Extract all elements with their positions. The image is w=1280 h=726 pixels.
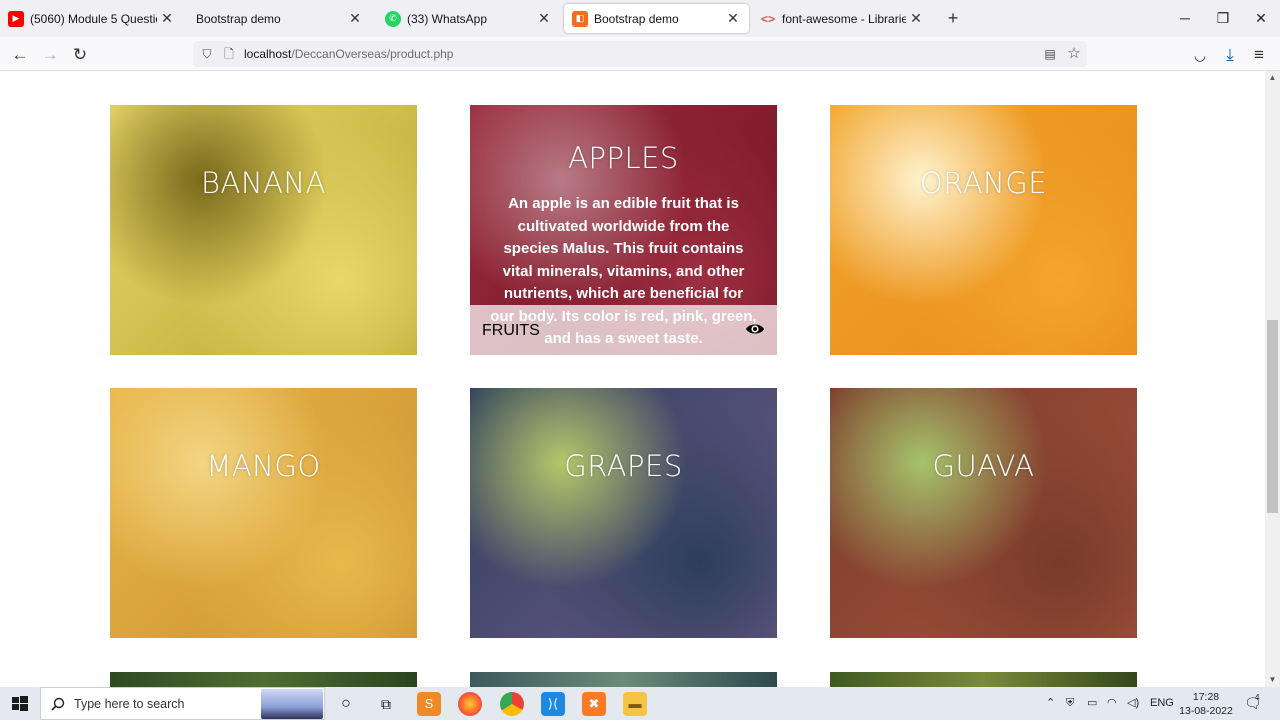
task-view-icon[interactable]: ⧉ bbox=[374, 692, 398, 716]
product-image-mango bbox=[110, 388, 417, 638]
category-label: FRUITS bbox=[482, 322, 540, 339]
close-icon[interactable]: ✕ bbox=[906, 10, 926, 27]
system-clock[interactable]: 17:28 13-08-2022 bbox=[1176, 690, 1236, 718]
youtube-icon: ▶ bbox=[8, 10, 24, 27]
product-image-orange bbox=[830, 105, 1137, 355]
scrollbar-thumb[interactable] bbox=[1267, 320, 1278, 513]
reload-icon[interactable]: ↻ bbox=[69, 44, 91, 66]
restore-icon[interactable]: ❐ bbox=[1204, 0, 1242, 37]
product-image-grapes bbox=[470, 388, 777, 638]
page-icon[interactable]: 🗋 bbox=[221, 46, 237, 62]
product-card-partial[interactable] bbox=[110, 672, 417, 687]
scroll-down-icon[interactable]: ▼ bbox=[1265, 673, 1280, 687]
url-text[interactable]: localhost/DeccanOverseas/product.php bbox=[244, 47, 453, 61]
whatsapp-icon: ✆ bbox=[385, 10, 401, 27]
product-title: BANANA bbox=[201, 166, 326, 200]
cdnjs-icon: <> bbox=[760, 11, 775, 26]
chrome-icon[interactable] bbox=[500, 692, 524, 716]
wifi-icon[interactable]: ◠ bbox=[1107, 687, 1117, 720]
download-icon[interactable]: ⤓ bbox=[1219, 44, 1241, 66]
tab-title: Bootstrap demo bbox=[196, 11, 281, 26]
tab-youtube[interactable]: ▶ (5060) Module 5 Question - Pa ✕ bbox=[0, 0, 183, 37]
bookmark-star-icon[interactable]: ☆ bbox=[1066, 46, 1082, 62]
close-icon[interactable]: ✕ bbox=[534, 10, 554, 27]
window-close-icon[interactable]: ✕ bbox=[1242, 0, 1280, 37]
product-card-banana[interactable]: BANANA bbox=[110, 105, 417, 355]
tab-title: (5060) Module 5 Question - Pa bbox=[30, 11, 157, 26]
product-image-guava bbox=[830, 388, 1137, 638]
product-page: BANANA APPLES An apple is an edible fruit … bbox=[0, 71, 1265, 687]
notification-count: 4 bbox=[1255, 693, 1260, 702]
product-card-guava[interactable]: GUAVA bbox=[830, 388, 1137, 638]
search-highlight-image bbox=[261, 689, 323, 719]
forward-arrow-icon[interactable]: → bbox=[39, 44, 61, 66]
scroll-up-icon[interactable]: ▲ bbox=[1265, 71, 1280, 85]
tab-bootstrap-demo-active[interactable]: ◧ Bootstrap demo ✕ bbox=[564, 4, 749, 33]
clock-date: 13-08-2022 bbox=[1179, 705, 1233, 717]
battery-icon[interactable]: ▭ bbox=[1087, 687, 1097, 720]
product-title: APPLES bbox=[568, 141, 679, 175]
product-card-apples[interactable]: APPLES An apple is an edible fruit that i… bbox=[470, 105, 777, 355]
search-placeholder: Type here to search bbox=[74, 697, 185, 711]
product-image bbox=[470, 672, 777, 687]
sublime-text-icon[interactable]: S bbox=[417, 692, 441, 716]
url-path: /DeccanOverseas/product.php bbox=[291, 47, 454, 61]
tab-title: font-awesome - Libraries - cdnj bbox=[782, 11, 906, 26]
search-icon bbox=[51, 697, 65, 711]
file-explorer-icon[interactable]: ▬ bbox=[623, 692, 647, 716]
product-title: MANGO bbox=[206, 449, 321, 483]
volume-icon[interactable]: ◁) bbox=[1127, 687, 1139, 720]
windows-logo-icon bbox=[12, 696, 28, 711]
clock-time: 17:28 bbox=[1192, 691, 1220, 703]
close-icon[interactable]: ✕ bbox=[345, 10, 365, 27]
address-bar[interactable]: ⛉ 🗋 localhost/DeccanOverseas/product.php… bbox=[193, 41, 1087, 67]
tab-title: (33) WhatsApp bbox=[407, 11, 488, 26]
taskbar-search-box[interactable]: Type here to search bbox=[40, 687, 325, 720]
product-card-partial[interactable] bbox=[470, 672, 777, 687]
product-card-orange[interactable]: ORANGE bbox=[830, 105, 1137, 355]
tab-whatsapp[interactable]: ✆ (33) WhatsApp ✕ bbox=[377, 0, 560, 37]
vscode-icon[interactable]: ⟩⟨ bbox=[541, 692, 565, 716]
language-indicator[interactable]: ENG bbox=[1150, 687, 1174, 720]
product-title: GRAPES bbox=[564, 449, 683, 483]
minimize-icon[interactable]: ─ bbox=[1166, 0, 1204, 37]
url-host: localhost bbox=[244, 47, 292, 61]
product-card-grapes[interactable]: GRAPES bbox=[470, 388, 777, 638]
chevron-up-icon[interactable]: ⌃ bbox=[1046, 687, 1055, 720]
product-title: ORANGE bbox=[919, 166, 1048, 200]
windows-taskbar: Type here to search ○ ⧉ S ⟩⟨ ✖ ▬ ⌃ ⛨ ▭ ◠… bbox=[0, 687, 1280, 720]
firefox-icon[interactable] bbox=[458, 692, 482, 716]
product-card-mango[interactable]: MANGO bbox=[110, 388, 417, 638]
code-icon: ◧ bbox=[572, 10, 588, 27]
product-title: GUAVA bbox=[932, 449, 1035, 483]
product-image bbox=[830, 672, 1137, 687]
product-image-banana bbox=[110, 105, 417, 355]
windows-start-button[interactable] bbox=[0, 687, 40, 720]
new-tab-button[interactable]: + bbox=[943, 8, 963, 28]
shield-icon[interactable]: ⛉ bbox=[199, 46, 215, 62]
reader-view-icon[interactable]: ▤ bbox=[1042, 46, 1058, 62]
tab-bootstrap-demo-1[interactable]: Bootstrap demo ✕ bbox=[188, 0, 371, 37]
close-icon[interactable]: ✕ bbox=[157, 10, 177, 27]
tab-title: Bootstrap demo bbox=[594, 11, 679, 26]
page-scrollbar[interactable]: ▲ ▼ bbox=[1265, 71, 1280, 687]
pocket-icon[interactable]: ◡ bbox=[1189, 44, 1211, 66]
tab-font-awesome[interactable]: <> font-awesome - Libraries - cdnj ✕ bbox=[752, 0, 932, 37]
security-icon[interactable]: ⛨ bbox=[1066, 687, 1074, 720]
card-footer: FRUITS bbox=[470, 305, 777, 355]
xampp-icon[interactable]: ✖ bbox=[582, 692, 606, 716]
browser-nav-bar: ← → ↻ ⛉ 🗋 localhost/DeccanOverseas/produ… bbox=[0, 37, 1280, 71]
back-arrow-icon[interactable]: ← bbox=[9, 44, 31, 66]
product-image bbox=[110, 672, 417, 687]
menu-icon[interactable]: ≡ bbox=[1248, 44, 1270, 66]
close-icon[interactable]: ✕ bbox=[723, 10, 743, 27]
eye-icon[interactable] bbox=[745, 321, 765, 337]
cortana-icon[interactable]: ○ bbox=[334, 692, 358, 716]
product-card-partial[interactable] bbox=[830, 672, 1137, 687]
browser-tab-bar: ▶ (5060) Module 5 Question - Pa ✕ Bootst… bbox=[0, 0, 1280, 37]
